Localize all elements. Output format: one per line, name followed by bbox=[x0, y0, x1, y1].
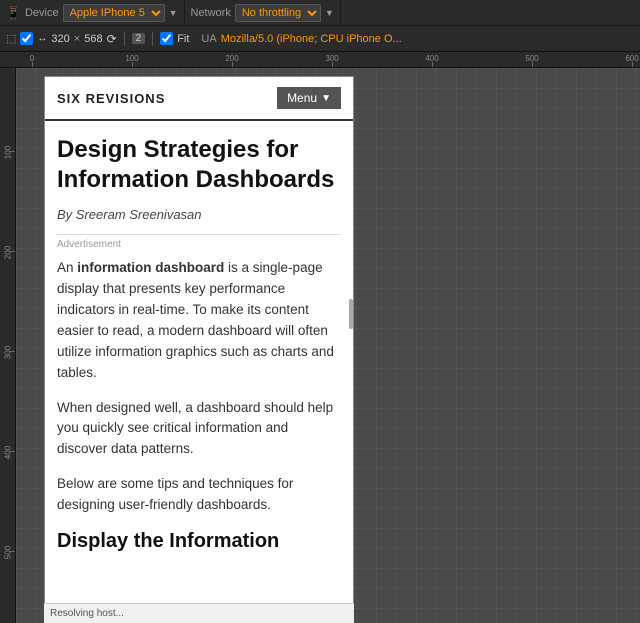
separator2 bbox=[152, 32, 153, 46]
x-separator: × bbox=[74, 33, 80, 45]
body-intro-suffix: is a single-page display that presents k… bbox=[57, 260, 334, 380]
network-section: Network No throttling ▼ bbox=[185, 0, 341, 25]
body-intro-bold: information dashboard bbox=[77, 260, 224, 275]
badge-icon: 2 bbox=[132, 33, 146, 44]
menu-button[interactable]: Menu ▼ bbox=[277, 87, 341, 109]
article-title: Design Strategies for Information Dashbo… bbox=[57, 135, 341, 195]
body-paragraph-3: Below are some tips and techniques for d… bbox=[57, 474, 341, 516]
ruler-horizontal: 0 100 200 300 400 500 600 bbox=[0, 52, 640, 68]
network-label: Network bbox=[191, 7, 231, 19]
ua-section: UA Mozilla/5.0 (iPhone; CPU iPhone O... bbox=[201, 33, 401, 45]
mobile-frame: SIX REVISIONS Menu ▼ Design Strategies f… bbox=[44, 76, 354, 623]
site-logo: SIX REVISIONS bbox=[57, 91, 165, 106]
chevron-down-icon2: ▼ bbox=[325, 8, 334, 18]
status-bar: Resolving host... bbox=[44, 603, 354, 623]
section-title: Display the Information bbox=[57, 530, 341, 553]
article-content[interactable]: Design Strategies for Information Dashbo… bbox=[45, 121, 353, 623]
ua-label: UA bbox=[201, 33, 216, 45]
advertisement-label: Advertisement bbox=[57, 234, 341, 250]
width-value: 320 bbox=[51, 33, 69, 45]
responsive-icon: ⬚ bbox=[6, 32, 16, 45]
site-header: SIX REVISIONS Menu ▼ bbox=[45, 77, 353, 121]
device-icon: 📱 bbox=[6, 6, 21, 20]
network-select[interactable]: No throttling bbox=[235, 4, 321, 22]
width-icon: ↔ bbox=[37, 33, 47, 44]
main-area: 0 100 200 300 400 500 600 100 200 bbox=[0, 52, 640, 623]
ua-value: Mozilla/5.0 (iPhone; CPU iPhone O... bbox=[221, 33, 402, 45]
menu-arrow-icon: ▼ bbox=[321, 93, 331, 104]
device-select[interactable]: Apple IPhone 5 bbox=[63, 4, 165, 22]
chevron-down-icon: ▼ bbox=[169, 8, 178, 18]
device-section: 📱 Device Apple IPhone 5 ▼ bbox=[0, 0, 185, 25]
width-checkbox[interactable] bbox=[20, 32, 33, 45]
article-body: An information dashboard is a single-pag… bbox=[57, 258, 341, 553]
body-intro-prefix: An bbox=[57, 260, 77, 275]
device-label: Device bbox=[25, 7, 59, 19]
canvas: SIX REVISIONS Menu ▼ Design Strategies f… bbox=[16, 68, 640, 623]
body-paragraph-1: An information dashboard is a single-pag… bbox=[57, 258, 341, 384]
height-value: 568 bbox=[84, 33, 102, 45]
toolbar-row1: 📱 Device Apple IPhone 5 ▼ Network No thr… bbox=[0, 0, 640, 26]
rotate-btn[interactable]: ⟳ bbox=[107, 32, 117, 46]
toolbar-row2: ⬚ ↔ 320 × 568 ⟳ 2 Fit UA Mozilla/5.0 (iP… bbox=[0, 26, 640, 52]
article-author: By Sreeram Sreenivasan bbox=[57, 207, 341, 222]
ruler-vertical: 100 200 300 400 500 bbox=[0, 68, 16, 623]
scroll-handle[interactable] bbox=[349, 299, 353, 329]
fit-checkbox[interactable] bbox=[160, 32, 173, 45]
separator1 bbox=[124, 32, 125, 46]
content-area: 100 200 300 400 500 SIX REVISIONS Menu bbox=[0, 68, 640, 623]
body-paragraph-2: When designed well, a dashboard should h… bbox=[57, 398, 341, 461]
menu-label: Menu bbox=[287, 91, 317, 105]
fit-label: Fit bbox=[177, 33, 189, 45]
status-text: Resolving host... bbox=[50, 608, 124, 619]
